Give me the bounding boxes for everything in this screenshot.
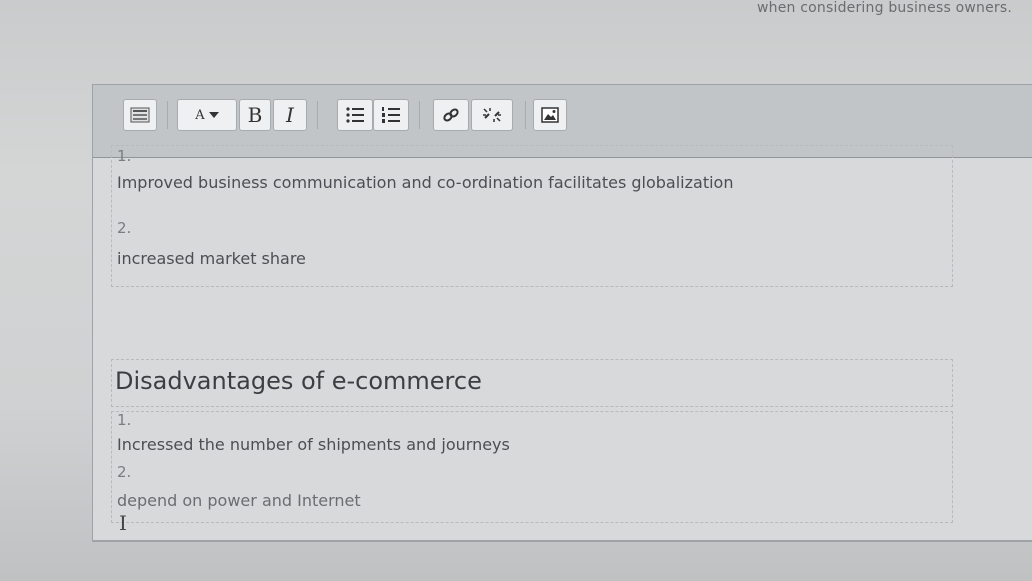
list-item-number: 1. xyxy=(117,147,132,165)
bold-button[interactable]: B xyxy=(239,99,271,131)
list-item-number: 1. xyxy=(117,411,132,429)
font-size-button[interactable]: A xyxy=(177,99,237,131)
toolbar-separator xyxy=(525,101,526,129)
list-item: Improved business communication and co-o… xyxy=(117,173,734,192)
list-item: increased market share xyxy=(117,249,306,268)
list-item: Incressed the number of shipments and jo… xyxy=(117,435,510,454)
numbered-list-button[interactable] xyxy=(373,99,409,131)
bullet-list-button[interactable] xyxy=(337,99,373,131)
text-cursor: I xyxy=(119,511,127,535)
rich-text-editor[interactable]: A B I 1. Improved business communication… xyxy=(92,84,1032,542)
toolbar-toggle-icon xyxy=(130,107,150,123)
insert-image-button[interactable] xyxy=(533,99,567,131)
link-button[interactable] xyxy=(433,99,469,131)
toolbar-toggle-button[interactable] xyxy=(123,99,157,131)
editor-bottom-border xyxy=(93,540,1032,541)
image-icon xyxy=(541,107,559,123)
section-heading: Disadvantages of e-commerce xyxy=(115,367,482,395)
unlink-icon xyxy=(481,106,503,124)
bold-label: B xyxy=(247,103,263,127)
italic-label: I xyxy=(286,103,294,127)
unlink-button[interactable] xyxy=(471,99,513,131)
toolbar-separator xyxy=(317,101,318,129)
bullet-list-icon xyxy=(345,106,365,124)
numbered-list-icon xyxy=(381,106,401,124)
link-icon xyxy=(441,106,461,124)
toolbar-separator xyxy=(419,101,420,129)
toolbar-separator xyxy=(167,101,168,129)
list-item: depend on power and Internet xyxy=(117,491,361,510)
italic-button[interactable]: I xyxy=(273,99,307,131)
list-item-number: 2. xyxy=(117,219,132,237)
chevron-down-icon xyxy=(208,111,219,119)
question-prompt-text: when considering business owners. xyxy=(756,0,1012,16)
editor-content-area[interactable]: 1. Improved business communication and c… xyxy=(109,145,1032,535)
font-size-icon: A xyxy=(195,107,205,123)
list-item-number: 2. xyxy=(117,463,132,481)
